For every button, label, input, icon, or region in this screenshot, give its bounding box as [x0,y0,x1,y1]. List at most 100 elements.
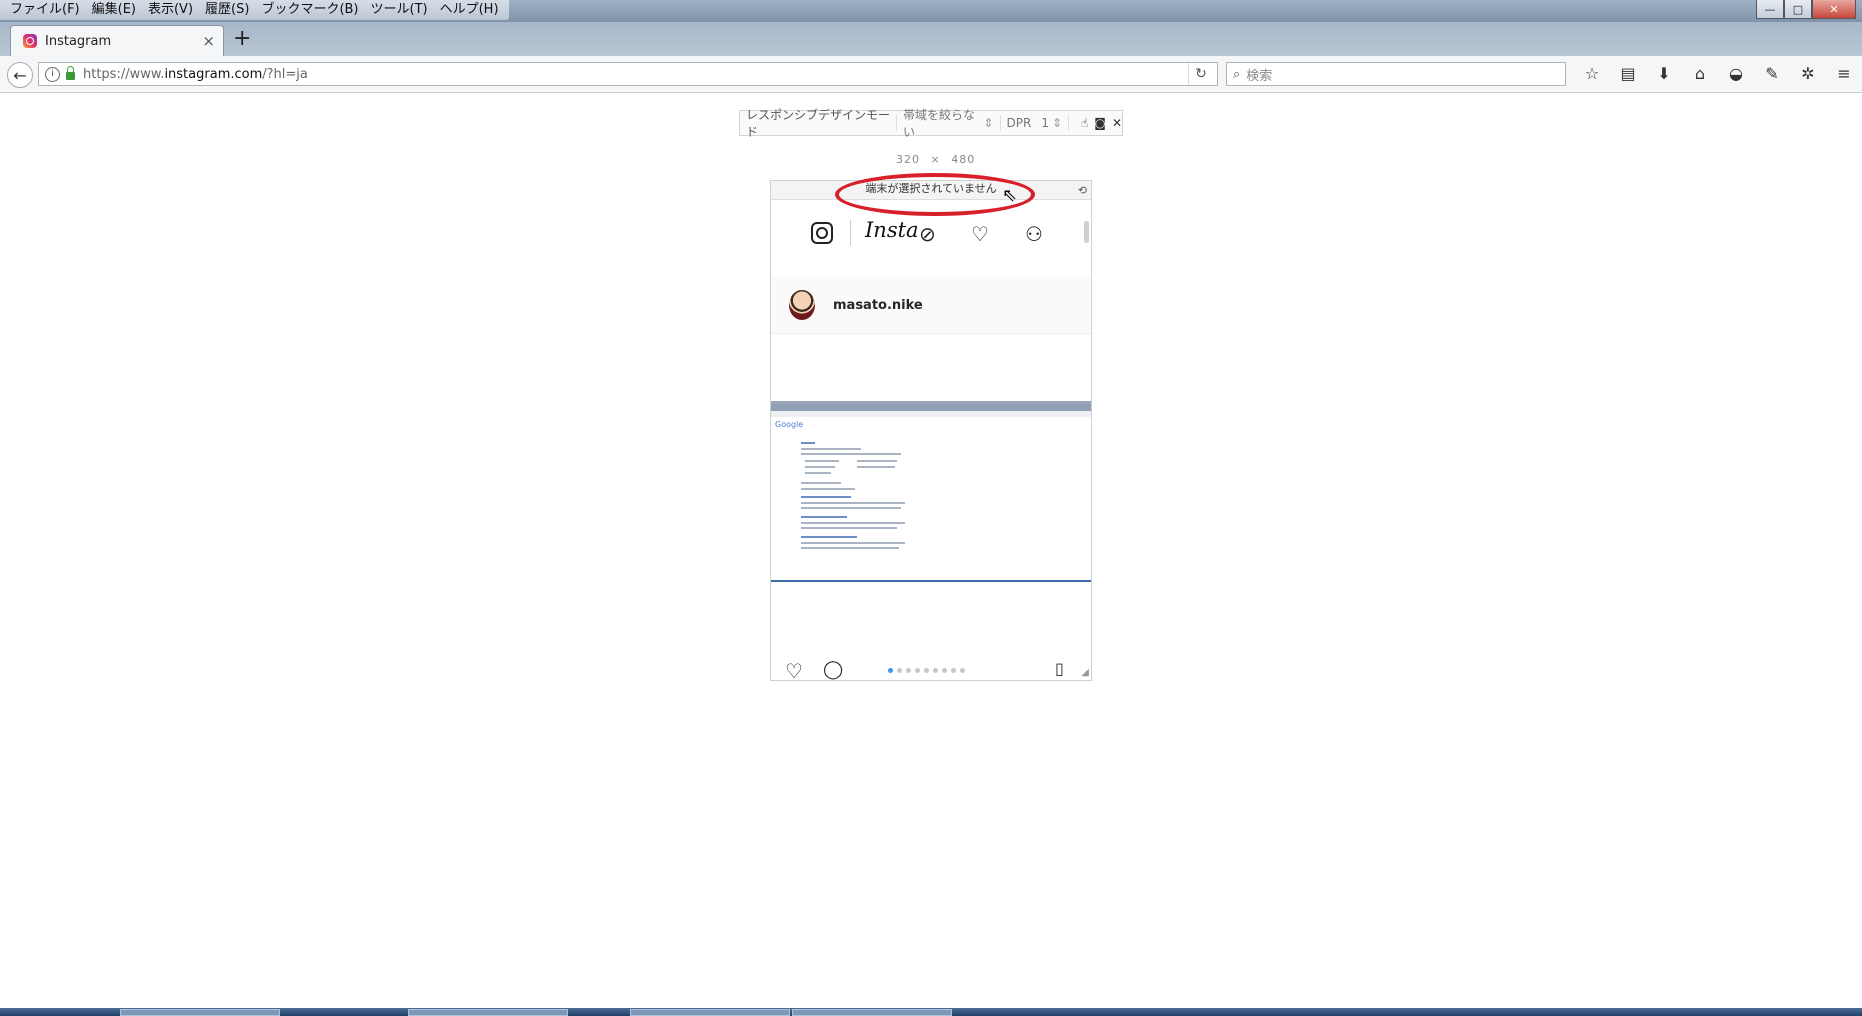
touch-simulation-icon[interactable]: ☝ [1081,116,1088,130]
carousel-dot [960,668,965,673]
window-titlebar: ファイル(F) 編集(E) 表示(V) 履歴(S) ブックマーク(B) ツール(… [0,0,1862,22]
reload-icon[interactable]: ↻ [1188,63,1213,85]
image-text-line [801,516,847,518]
page-content: レスポンシブデザインモード 帯域を絞らない ⇕ DPR 1 ⇕ ☝ ◙ ✕ 32… [0,93,1862,1008]
os-taskbar [0,1008,1862,1016]
image-google-logo: Google [775,420,804,429]
menu-edit[interactable]: 編集(E) [86,0,142,20]
viewport-height[interactable]: 480 [951,153,975,166]
download-icon[interactable]: ⬇ [1646,62,1682,86]
menu-file[interactable]: ファイル(F) [4,0,86,20]
post-image[interactable]: Google [771,401,1091,582]
viewport-width[interactable]: 320 [896,153,920,166]
image-text-line [857,460,897,462]
menu-history[interactable]: 履歴(S) [199,0,255,20]
addon-icon[interactable]: ✲ [1790,62,1826,86]
rotate-icon[interactable]: ⟲ [1078,183,1087,199]
pocket-icon[interactable]: ◒ [1718,62,1754,86]
carousel-dot [915,668,920,673]
instagram-camera-icon[interactable] [811,222,833,244]
screenshot-icon[interactable]: ◙ [1094,116,1106,130]
image-text-line [801,522,905,524]
username[interactable]: masato.nike [833,298,923,313]
divider [896,115,897,131]
heart-icon[interactable]: ♡ [971,222,989,246]
save-icon[interactable]: ▯ [1055,659,1064,678]
resize-handle-icon[interactable]: ◢ [1081,667,1089,678]
carousel-dot [951,668,956,673]
url-bar[interactable]: i https://www.instagram.com/?hl=ja ↻ [38,62,1218,86]
taskbar-item[interactable] [630,1009,790,1016]
menu-view[interactable]: 表示(V) [142,0,199,20]
image-text-line [801,527,897,529]
like-icon[interactable]: ♡ [785,659,803,680]
carousel-dot [888,668,893,673]
taskbar-item[interactable] [408,1009,568,1016]
reading-list-icon[interactable]: ▤ [1610,62,1646,86]
image-text-line [801,542,905,544]
minimize-button[interactable]: — [1756,0,1784,19]
tab-instagram[interactable]: Instagram × [10,25,224,56]
extension-icon[interactable]: ✎ [1754,62,1790,86]
carousel-dot [942,668,947,673]
divider [850,220,851,246]
search-input[interactable]: ⌕ 検索 [1226,62,1566,86]
menu-bookmarks[interactable]: ブックマーク(B) [255,0,364,20]
image-text-line [801,442,815,444]
dpr-label: DPR [1006,116,1032,130]
close-rdm-icon[interactable]: ✕ [1112,116,1122,130]
network-throttle-select[interactable]: 帯域を絞らない [903,106,981,140]
image-browser-titlebar [771,404,1091,411]
window-controls: — □ ✕ [1756,0,1856,19]
tab-strip: Instagram × [0,22,1862,56]
rdm-mode-label: レスポンシブデザインモード [746,108,891,139]
carousel-dot [933,668,938,673]
tab-title: Instagram [45,33,112,49]
instagram-wordmark[interactable]: Insta [865,218,919,242]
navigation-toolbar: ← i https://www.instagram.com/?hl=ja ↻ ⌕… [0,56,1862,93]
dpr-select[interactable]: 1 [1041,116,1049,130]
carousel-dot [897,668,902,673]
site-info-icon[interactable]: i [45,66,60,82]
bookmark-star-icon[interactable]: ☆ [1574,62,1610,86]
image-text-line [805,472,831,474]
hamburger-menu-icon[interactable]: ≡ [1826,62,1862,86]
mouse-cursor-icon: ⇖ [1002,185,1018,206]
scrollbar[interactable] [1084,221,1089,243]
explore-icon[interactable]: ⊘ [919,222,936,246]
toolbar-icons: ☆ ▤ ⬇ ⌂ ◒ ✎ ✲ ≡ [1574,62,1862,86]
throttle-chevron-icon: ⇕ [983,116,994,130]
back-button[interactable]: ← [7,62,33,88]
home-icon[interactable]: ⌂ [1682,62,1718,86]
menu-tools[interactable]: ツール(T) [365,0,434,20]
url-text: https://www.instagram.com/?hl=ja [83,66,308,82]
tab-close-icon[interactable]: × [202,32,215,50]
carousel-dot [924,668,929,673]
profile-icon[interactable]: ⚇ [1025,222,1043,246]
image-text-line [805,466,835,468]
instagram-favicon-icon [23,34,37,48]
image-text-line [801,496,851,498]
image-browser-urlbar [771,411,1091,417]
post-actions: ♡ ◯ ▯ [771,657,1091,680]
post-header: masato.nike [771,277,1091,334]
carousel-dots [888,668,969,673]
image-text-line [801,547,899,549]
lock-icon [66,66,75,80]
avatar[interactable] [789,290,815,320]
menu-help[interactable]: ヘルプ(H) [434,0,505,20]
dpr-chevron-icon: ⇕ [1051,116,1063,130]
image-text-line [801,448,861,450]
image-text-line [801,453,901,455]
taskbar-item[interactable] [120,1009,280,1016]
maximize-button[interactable]: □ [1784,0,1812,19]
close-window-button[interactable]: ✕ [1812,0,1856,19]
responsive-viewport: 端末が選択されていません ⟲ Insta ⊘ ♡ ⚇ masato.nike G… [770,180,1092,681]
carousel-dot [906,668,911,673]
comment-icon[interactable]: ◯ [823,659,843,680]
image-text-line [801,488,855,490]
image-text-line [801,507,901,509]
new-tab-button[interactable]: + [233,27,251,51]
taskbar-item[interactable] [792,1009,952,1016]
divider [999,115,1001,131]
